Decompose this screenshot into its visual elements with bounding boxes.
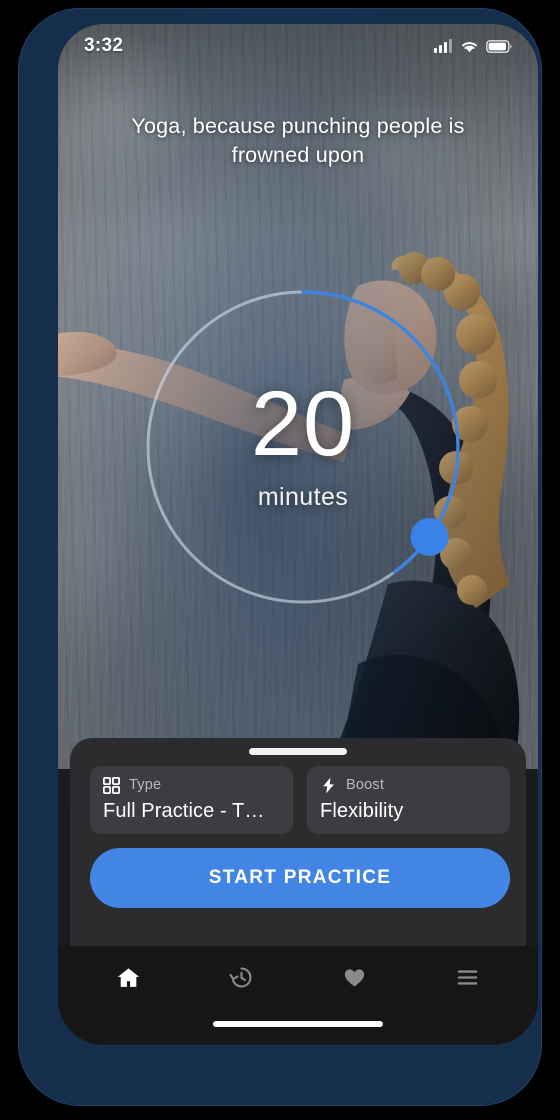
nav-favorites-button[interactable] <box>326 954 384 1000</box>
sheet-drag-handle[interactable] <box>249 748 347 755</box>
hero-headline: Yoga, because punching people is frowned… <box>131 114 465 167</box>
nav-history-button[interactable] <box>213 954 271 1000</box>
nav-home-button[interactable] <box>100 954 158 1000</box>
dial-progress-arc <box>146 290 460 604</box>
menu-icon <box>457 969 478 985</box>
signal-icon <box>434 39 452 53</box>
dial-handle[interactable] <box>410 518 449 556</box>
home-indicator[interactable] <box>213 1021 383 1027</box>
boost-card-value: Flexibility <box>320 800 404 822</box>
bolt-icon <box>323 777 334 793</box>
phone-frame: 3:32 Yoga, because punching people is fr… <box>18 8 542 1106</box>
option-cards: Type Full Practice - T… Boost Flexibilit… <box>90 766 510 834</box>
type-card-label: Type <box>129 777 162 793</box>
start-practice-button[interactable]: START PRACTICE <box>90 848 510 908</box>
bottom-navigation <box>58 946 538 1045</box>
status-icon-group <box>434 39 512 53</box>
battery-icon <box>486 39 512 53</box>
bottom-sheet: Type Full Practice - T… Boost Flexibilit… <box>70 738 526 946</box>
phone-screen: 3:32 Yoga, because punching people is fr… <box>58 24 538 1045</box>
duration-dial[interactable]: 20 minutes <box>146 290 460 604</box>
type-card-value: Full Practice - T… <box>103 800 265 822</box>
grid-icon <box>103 776 120 794</box>
nav-item-group <box>58 946 538 1008</box>
boost-card[interactable]: Boost Flexibility <box>307 766 510 834</box>
type-card[interactable]: Type Full Practice - T… <box>90 766 293 834</box>
nav-menu-button[interactable] <box>439 954 497 1000</box>
screenshot-root: 3:32 Yoga, because punching people is fr… <box>0 0 560 1120</box>
boost-card-label: Boost <box>346 777 385 793</box>
status-time: 3:32 <box>84 35 124 56</box>
boost-card-header: Boost <box>320 775 497 795</box>
home-icon <box>117 967 140 987</box>
heart-icon <box>344 968 365 986</box>
wifi-icon <box>462 42 477 53</box>
type-card-header: Type <box>103 775 280 795</box>
status-bar: 3:32 <box>58 24 538 68</box>
history-icon <box>229 966 252 987</box>
